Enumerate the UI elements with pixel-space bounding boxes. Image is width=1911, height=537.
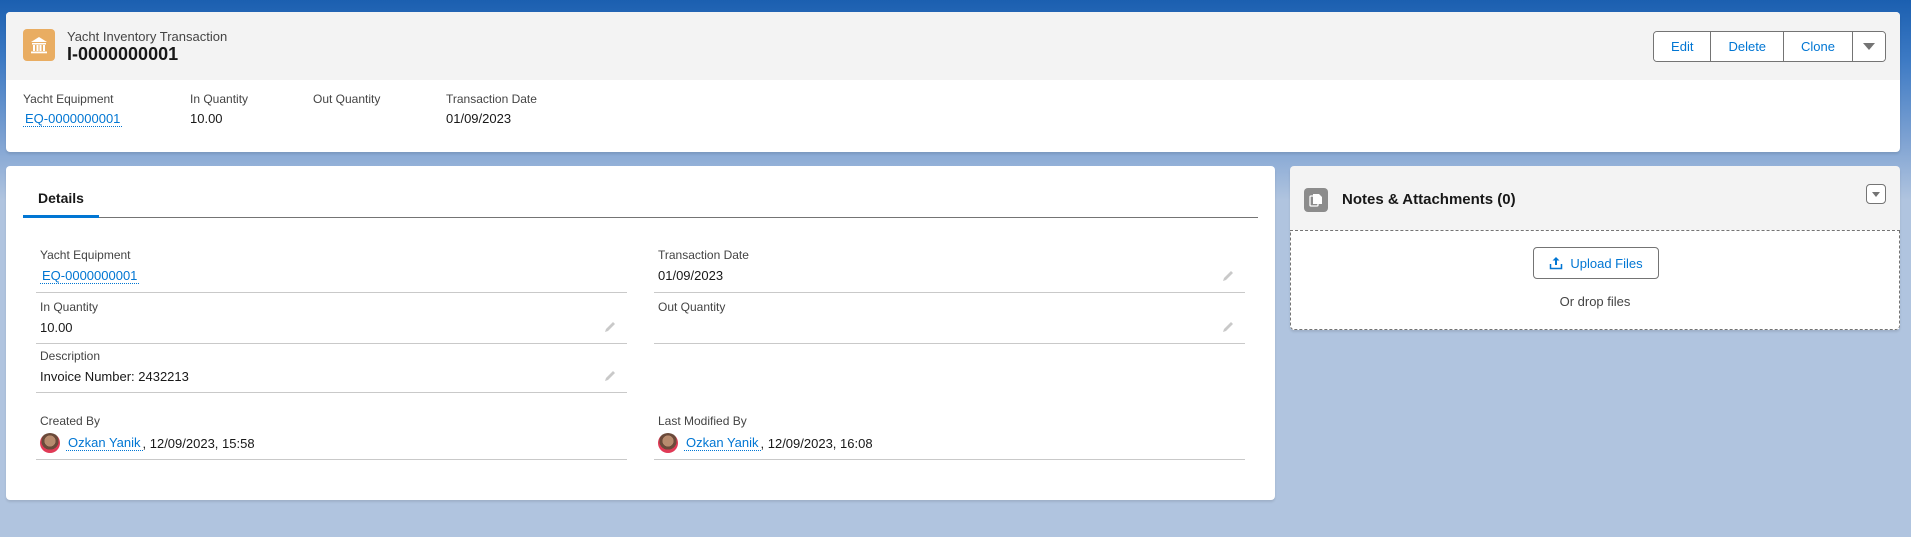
highlight-label: In Quantity <box>190 92 249 106</box>
field-value <box>658 318 1245 337</box>
highlight-out-quantity: Out Quantity <box>313 92 446 126</box>
notes-menu-button[interactable] <box>1866 184 1886 204</box>
notes-attachments-panel: Notes & Attachments (0) Upload Files Or … <box>1290 166 1900 330</box>
file-drop-zone[interactable]: Upload Files Or drop files <box>1290 230 1900 330</box>
pencil-edit-icon[interactable] <box>603 320 617 334</box>
field-label: Description <box>40 349 101 363</box>
highlight-value: 10.00 <box>190 111 223 126</box>
highlight-label: Yacht Equipment <box>23 92 114 106</box>
field-label: Transaction Date <box>658 248 749 262</box>
field-out-quantity: Out Quantity <box>654 300 1245 344</box>
highlight-in-quantity: In Quantity 10.00 <box>190 92 313 126</box>
more-actions-button[interactable] <box>1853 32 1885 61</box>
upload-files-label: Upload Files <box>1570 255 1643 271</box>
field-created-by: Created By Ozkan Yanik , 12/09/2023, 15:… <box>36 414 627 460</box>
pencil-edit-icon[interactable] <box>1221 320 1235 334</box>
action-button-group: Edit Delete Clone <box>1653 31 1886 62</box>
highlight-label: Transaction Date <box>446 92 537 106</box>
pencil-edit-icon[interactable] <box>603 369 617 383</box>
yacht-equipment-link[interactable]: EQ-0000000001 <box>40 268 140 284</box>
field-transaction-date: Transaction Date 01/09/2023 <box>654 248 1245 293</box>
object-type-label: Yacht Inventory Transaction <box>67 29 228 44</box>
pencil-edit-icon[interactable] <box>1221 269 1235 283</box>
created-timestamp: , 12/09/2023, 15:58 <box>142 435 255 451</box>
highlight-value: 01/09/2023 <box>446 111 512 126</box>
caret-down-icon <box>1863 43 1875 50</box>
clone-button[interactable]: Clone <box>1784 32 1853 61</box>
edit-button[interactable]: Edit <box>1654 32 1712 61</box>
field-yacht-equipment: Yacht Equipment EQ-0000000001 <box>36 248 627 293</box>
field-value: 01/09/2023 <box>658 268 724 283</box>
highlights-fields: Yacht Equipment EQ-0000000001 In Quantit… <box>6 80 1900 127</box>
notes-title[interactable]: Notes & Attachments (0) <box>1342 191 1516 208</box>
highlight-transaction-date: Transaction Date 01/09/2023 <box>446 92 606 126</box>
record-header: Yacht Inventory Transaction I-0000000001… <box>6 12 1900 152</box>
last-modified-by-user-link[interactable]: Ozkan Yanik <box>684 435 761 451</box>
field-in-quantity: In Quantity 10.00 <box>36 300 627 344</box>
delete-button[interactable]: Delete <box>1711 32 1785 61</box>
record-header-top: Yacht Inventory Transaction I-0000000001… <box>6 12 1900 80</box>
highlight-yacht-equipment: Yacht Equipment EQ-0000000001 <box>23 92 190 127</box>
tab-details[interactable]: Details <box>23 180 99 218</box>
field-label: Out Quantity <box>658 300 726 314</box>
upload-icon <box>1550 257 1563 270</box>
field-label: Last Modified By <box>658 414 747 428</box>
avatar <box>658 433 678 453</box>
upload-files-button[interactable]: Upload Files <box>1533 247 1659 279</box>
details-panel: Details Yacht Equipment EQ-0000000001 Tr… <box>6 166 1275 500</box>
field-value: Invoice Number: 2432213 <box>40 369 189 384</box>
drop-files-text: Or drop files <box>1559 294 1631 309</box>
yacht-equipment-link[interactable]: EQ-0000000001 <box>23 111 123 127</box>
caret-down-icon <box>1872 191 1880 197</box>
file-copy-icon <box>1304 188 1328 212</box>
field-value: 10.00 <box>40 320 73 335</box>
field-label: Yacht Equipment <box>40 248 131 262</box>
avatar <box>40 433 60 453</box>
bank-building-icon <box>23 29 55 61</box>
field-description: Description Invoice Number: 2432213 <box>36 349 627 393</box>
highlight-label: Out Quantity <box>313 92 381 106</box>
field-label: Created By <box>40 414 101 428</box>
record-title: I-0000000001 <box>67 44 179 64</box>
field-last-modified-by: Last Modified By Ozkan Yanik , 12/09/202… <box>654 414 1245 460</box>
created-by-user-link[interactable]: Ozkan Yanik <box>66 435 143 451</box>
field-label: In Quantity <box>40 300 99 314</box>
last-modified-timestamp: , 12/09/2023, 16:08 <box>760 435 873 451</box>
tab-bar: Details <box>23 180 1258 218</box>
